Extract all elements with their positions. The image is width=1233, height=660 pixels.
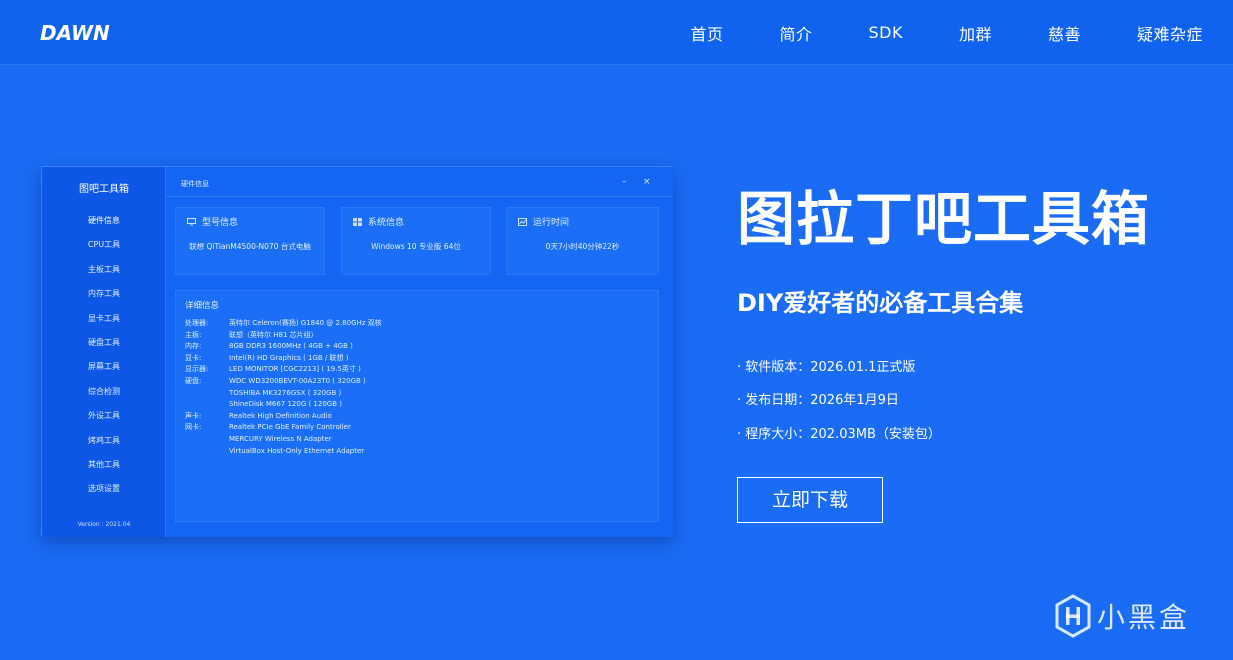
nav-item-faq[interactable]: 疑难杂症	[1137, 21, 1203, 45]
sidebar-item-screen-tools[interactable]: 屏幕工具	[42, 355, 166, 379]
minimize-icon[interactable]: –	[622, 177, 627, 187]
uptime-card: 运行时间 0天7小时40分钟22秒	[506, 207, 659, 275]
detail-row: 显示器: LED MONITOR [CGC2213] ( 19.5英寸 )	[185, 364, 645, 376]
detail-key: 声卡:	[185, 411, 202, 420]
detail-key: 主板:	[185, 330, 202, 339]
uptime-label: 运行时间	[533, 218, 570, 228]
sidebar-item-disk-tools[interactable]: 硬盘工具	[42, 331, 166, 355]
detail-row: 处理器: 英特尔 Celeron(赛扬) G1840 @ 2.80GHz 双核	[185, 318, 645, 330]
app-version: Version : 2021.04	[77, 521, 131, 528]
detail-info-panel: 详细信息 处理器: 英特尔 Celeron(赛扬) G1840 @ 2.80GHz…	[175, 290, 659, 522]
detail-value: Realtek High Definition Audio	[229, 411, 332, 420]
detail-value: 英特尔 Celeron(赛扬) G1840 @ 2.80GHz 双核	[229, 319, 382, 327]
detail-value: MERCURY Wireless N Adapter	[229, 434, 332, 443]
detail-row: 内存: 8GB DDR3 1600MHz ( 4GB + 4GB )	[185, 341, 645, 353]
system-info-label: 系统信息	[368, 218, 405, 228]
detail-key: 网卡:	[185, 423, 202, 432]
model-info-value: 联想 QiTianM4500-N070 台式电脑	[189, 242, 311, 251]
watermark-text: 小黑盒	[1097, 601, 1191, 634]
uptime-value: 0天7小时40分钟22秒	[545, 242, 620, 251]
nav-menu: 首页 简介 SDK 加群 慈善 疑难杂症	[690, 0, 1203, 65]
detail-value: 联想（英特尔 H81 芯片组）	[229, 330, 318, 339]
sidebar-item-peripheral-tools[interactable]: 外设工具	[42, 404, 166, 428]
nav-item-join-group[interactable]: 加群	[959, 21, 992, 45]
detail-row: TOSHIBA MK3276GSX ( 320GB )	[185, 388, 645, 400]
app-title: 图吧工具箱	[79, 184, 129, 195]
nav-item-intro[interactable]: 简介	[779, 21, 812, 45]
system-info-value: Windows 10 专业版 64位	[371, 242, 461, 251]
windows-icon	[353, 217, 362, 226]
xiaoheihe-watermark: 小黑盒	[1055, 594, 1190, 638]
detail-row: ShineDisk M667 120G ( 120GB )	[185, 399, 645, 411]
sidebar-item-memory-tools[interactable]: 内存工具	[42, 282, 166, 306]
sidebar-item-gpu-tools[interactable]: 显卡工具	[42, 307, 166, 331]
download-button[interactable]: 立即下载	[737, 477, 883, 523]
detail-row: MERCURY Wireless N Adapter	[185, 434, 645, 446]
close-icon[interactable]: ×	[643, 177, 651, 187]
detail-info-rows: 处理器: 英特尔 Celeron(赛扬) G1840 @ 2.80GHz 双核 主…	[185, 318, 645, 457]
system-info-card: 系统信息 Windows 10 专业版 64位	[341, 207, 491, 275]
model-info-label: 型号信息	[202, 218, 239, 228]
window-titlebar: 硬件信息 – ×	[166, 167, 673, 197]
hero-subtitle: DIY爱好者的必备工具合集	[737, 289, 1024, 317]
detail-key: 处理器:	[185, 319, 209, 327]
chart-icon	[518, 217, 527, 226]
detail-info-title: 详细信息	[185, 301, 220, 311]
model-info-card: 型号信息 联想 QiTianM4500-N070 台式电脑	[175, 207, 325, 275]
detail-key: 显卡:	[185, 353, 202, 362]
top-nav: DAWN 首页 简介 SDK 加群 慈善 疑难杂症	[0, 0, 1233, 65]
sidebar-item-cpu-tools[interactable]: CPU工具	[42, 233, 166, 257]
detail-value: Intel(R) HD Graphics ( 1GB / 联想 )	[229, 353, 349, 362]
detail-value: ShineDisk M667 120G ( 120GB )	[229, 400, 342, 409]
sidebar-item-hardware-info[interactable]: 硬件信息	[42, 209, 166, 233]
svg-text:DAWN: DAWN	[40, 21, 110, 44]
detail-value: VirtualBox Host-Only Ethernet Adapter	[229, 446, 365, 455]
app-sidebar-list: 硬件信息 CPU工具 主板工具 内存工具 显卡工具 硬盘工具 屏幕工具 综合检测…	[42, 209, 166, 502]
software-version-info: · 软件版本：2026.01.1正式版	[737, 360, 916, 375]
sidebar-item-stress-tools[interactable]: 烤鸡工具	[42, 429, 166, 453]
detail-value: LED MONITOR [CGC2213] ( 19.5英寸 )	[229, 365, 361, 374]
detail-row: 主板: 联想（英特尔 H81 芯片组）	[185, 330, 645, 342]
monitor-icon	[187, 217, 196, 225]
nav-item-charity[interactable]: 慈善	[1048, 21, 1081, 45]
release-date-info: · 发布日期：2026年1月9日	[737, 393, 899, 408]
sidebar-item-other-tools[interactable]: 其他工具	[42, 453, 166, 477]
sidebar-item-benchmark[interactable]: 综合检测	[42, 380, 166, 404]
detail-value: 8GB DDR3 1600MHz ( 4GB + 4GB )	[229, 342, 353, 351]
hero-title: 图拉丁吧工具箱	[737, 185, 1151, 253]
detail-key: 内存:	[185, 342, 202, 351]
detail-value: WDC WD3200BEVT-00A23T0 ( 320GB )	[229, 376, 366, 385]
program-size-info: · 程序大小：202.03MB（安装包）	[737, 427, 941, 442]
dawn-logo[interactable]: DAWN	[40, 20, 112, 44]
detail-value: TOSHIBA MK3276GSX ( 320GB )	[229, 388, 342, 397]
app-screenshot: 图吧工具箱 硬件信息 CPU工具 主板工具 内存工具 显卡工具 硬盘工具 屏幕工…	[41, 166, 673, 537]
nav-item-sdk[interactable]: SDK	[868, 23, 902, 42]
xiaoheihe-logo-icon	[1055, 594, 1091, 638]
nav-item-home[interactable]: 首页	[690, 21, 723, 45]
detail-value: Realtek PCIe GbE Family Controller	[229, 423, 351, 432]
sidebar-item-motherboard-tools[interactable]: 主板工具	[42, 258, 166, 282]
detail-row: 显卡: Intel(R) HD Graphics ( 1GB / 联想 )	[185, 353, 645, 365]
detail-row: 硬盘: WDC WD3200BEVT-00A23T0 ( 320GB )	[185, 376, 645, 388]
app-sidebar: 图吧工具箱 硬件信息 CPU工具 主板工具 内存工具 显卡工具 硬盘工具 屏幕工…	[42, 167, 166, 537]
detail-row: 网卡: Realtek PCIe GbE Family Controller	[185, 422, 645, 434]
window-title: 硬件信息	[181, 180, 209, 188]
detail-row: VirtualBox Host-Only Ethernet Adapter	[185, 446, 645, 458]
detail-key: 显示器:	[185, 365, 209, 374]
detail-key: 硬盘:	[185, 376, 202, 385]
app-main-panel: 硬件信息 – × 型号信息 联想 QiTianM4500-N070 台式电脑 系…	[166, 167, 673, 537]
detail-row: 声卡: Realtek High Definition Audio	[185, 411, 645, 423]
sidebar-item-settings[interactable]: 选项设置	[42, 477, 166, 501]
